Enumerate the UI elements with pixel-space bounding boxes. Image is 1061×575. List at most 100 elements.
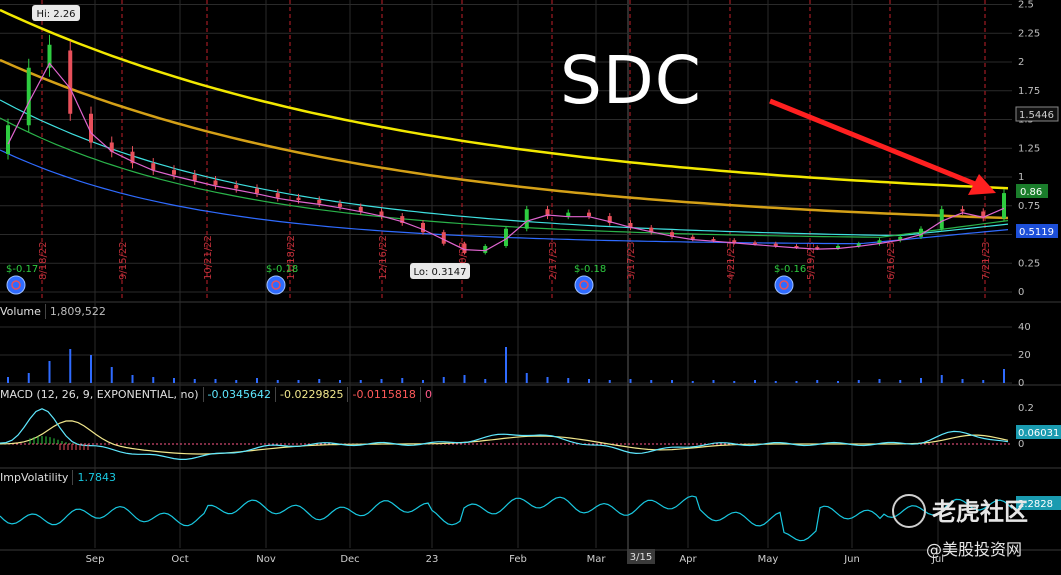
dividend-icon: [574, 275, 594, 295]
iv-line: [0, 495, 1013, 542]
date-marker-label: 3/17/23: [626, 241, 637, 280]
dividend-icon: [266, 275, 286, 295]
chart-stage: 2.52.2521.751.51.2510.750.50.2508/18/229…: [0, 0, 1061, 571]
volume-bar: [505, 347, 507, 383]
price-tick-label: 2: [1018, 57, 1024, 68]
ma-gold-line: [0, 58, 1009, 220]
price-tick-label: 2.25: [1018, 28, 1040, 39]
price-tick-label: 1.75: [1018, 86, 1040, 97]
volume-bar: [588, 379, 590, 383]
volume-bar: [131, 375, 134, 383]
x-axis-label: Dec: [340, 554, 359, 565]
date-marker-label: 7/21/23: [981, 241, 992, 280]
chart-svg: 2.52.2521.751.51.2510.750.50.2508/18/229…: [0, 0, 1061, 565]
volume-bar: [940, 375, 943, 383]
arrow-shaft: [769, 98, 981, 189]
volume-bar: [920, 378, 922, 383]
volume-bar: [1003, 369, 1005, 383]
candle-body: [172, 170, 176, 175]
macd-diff: -0.0115818: [347, 387, 419, 402]
x-axis-label: Feb: [509, 554, 527, 565]
volume-tick-label: 40: [1018, 322, 1031, 333]
volume-bar: [173, 378, 175, 383]
volume-bar: [110, 367, 113, 383]
candle-body: [213, 180, 218, 186]
date-marker-label: 12/16/22: [378, 235, 389, 280]
level-label-lower: 0.5119: [1019, 227, 1054, 238]
x-axis-label: Jun: [843, 554, 860, 565]
volume-bar: [484, 379, 487, 383]
volume-bar: [754, 380, 756, 383]
volume-bar: [359, 380, 362, 383]
candle-body: [1002, 193, 1006, 219]
candle-body: [89, 113, 93, 143]
x-axis-label: Oct: [171, 554, 188, 565]
candle-body: [960, 209, 965, 212]
x-axis-label: Nov: [256, 554, 276, 565]
x-axis-label: May: [758, 554, 779, 565]
macd-tick-label: 0.2: [1018, 403, 1034, 414]
lo-label: Lo: 0.3147: [413, 267, 466, 278]
dividend-icon: [6, 275, 26, 295]
price-tick-label: 0.75: [1018, 201, 1040, 212]
ma-pink-line: [7, 62, 1005, 252]
volume-bar: [401, 378, 404, 383]
volume-tick-label: 20: [1018, 350, 1031, 361]
volume-value: 1,809,522: [44, 304, 110, 319]
candle-body: [566, 212, 571, 217]
x-axis-label: 23: [426, 554, 439, 565]
volume-tick-label: 0: [1018, 378, 1024, 389]
cursor-label: 3/15: [630, 552, 652, 563]
candle-body: [234, 185, 239, 189]
volume-bar: [878, 379, 881, 383]
candle-body: [753, 242, 757, 245]
watermark-line1: 老虎社区: [932, 498, 1028, 526]
volume-bar: [733, 381, 736, 383]
candle-body: [587, 212, 591, 217]
volume-bar: [608, 380, 611, 383]
price-tick-label: 2.5: [1018, 0, 1034, 11]
candle-body: [68, 50, 73, 114]
candle-body: [296, 197, 301, 200]
candle-body: [317, 200, 322, 204]
candle-body: [338, 203, 342, 207]
volume-bar: [48, 361, 51, 383]
x-axis-label: Mar: [587, 554, 607, 565]
volume-bar: [318, 379, 321, 383]
volume-bar: [857, 380, 860, 383]
candle-body: [255, 188, 259, 194]
candle-body: [358, 206, 363, 212]
candle-body: [6, 125, 10, 154]
volume-bar: [629, 379, 632, 383]
tiger-logo-icon: [892, 494, 926, 528]
iv-header: ImpVolatility 1.7843: [0, 470, 120, 485]
price-tick-label: 1: [1018, 172, 1024, 183]
volume-bar: [546, 377, 549, 383]
dividend-label: $-0.18: [574, 264, 606, 275]
volume-label: Volume: [0, 305, 41, 318]
volume-bar: [69, 349, 72, 383]
volume-bar: [463, 375, 466, 383]
volume-bar: [380, 379, 383, 383]
candle-body: [690, 236, 695, 240]
volume-bar: [650, 380, 653, 383]
volume-bar: [235, 380, 238, 383]
volume-bar: [152, 377, 155, 383]
volume-bar: [961, 379, 964, 383]
macd-label: MACD (12, 26, 9, EXPONENTIAL, no): [0, 388, 199, 401]
price-tick-label: 0.25: [1018, 258, 1040, 269]
macd-zero: 0: [419, 387, 436, 402]
price-tick-label: 0: [1018, 287, 1024, 298]
watermark-line2: @美股投资网: [926, 540, 1023, 559]
volume-bar: [7, 377, 9, 383]
dividend-icon: [774, 275, 794, 295]
volume-bar: [256, 378, 258, 383]
volume-bar: [525, 373, 528, 383]
volume-bar: [193, 379, 196, 383]
iv-label: ImpVolatility: [0, 471, 69, 484]
volume-bar: [27, 373, 30, 383]
volume-bar: [297, 380, 300, 383]
hi-label: Hi: 2.26: [36, 9, 75, 20]
volume-bar: [837, 381, 839, 383]
watermark: 老虎社区 @美股投资网: [892, 490, 1061, 571]
